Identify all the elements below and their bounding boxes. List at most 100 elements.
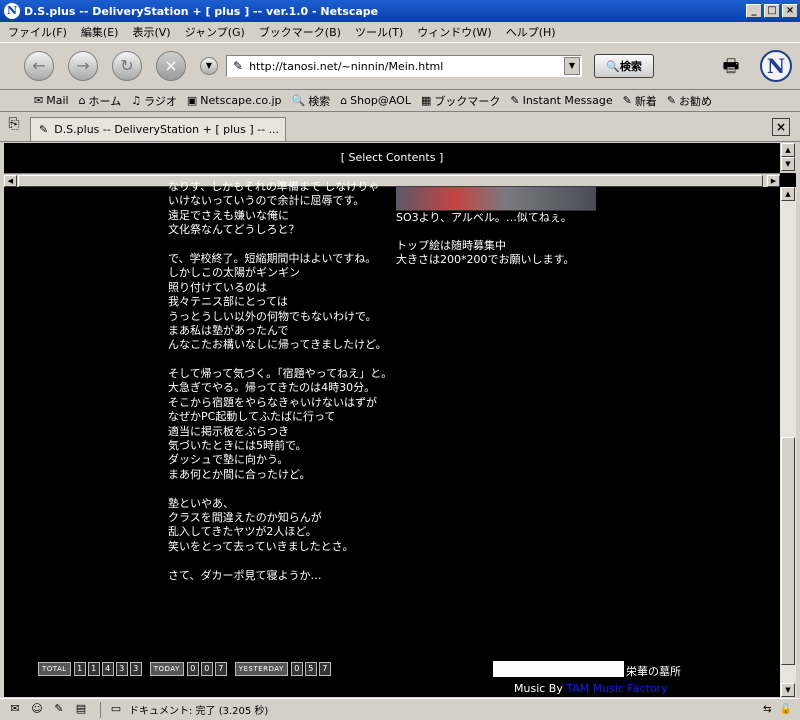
bookmark-folder[interactable]: ▦ ブックマーク <box>421 93 500 109</box>
minimize-button[interactable]: _ <box>746 4 762 18</box>
diary-line: なぜかPC起動してふたばに行って <box>168 410 336 424</box>
side-text: SO3より、アルベル。…似てねぇ。 トップ絵は随時募集中 大きさは200*200… <box>396 211 574 267</box>
bookmark-link-icon: ✎ <box>622 94 632 107</box>
close-window-button[interactable]: × <box>782 4 798 18</box>
scroll-right-icon[interactable]: ▶ <box>767 175 780 187</box>
forward-button[interactable]: → <box>68 51 98 81</box>
diary-line: 大急ぎでやる。帰ってきたのは4時30分。 <box>168 381 376 395</box>
diary-line: で、学校終了。短縮期間中はよいですね。 <box>168 251 377 265</box>
security-lock-icon[interactable]: 🔓 <box>780 704 792 715</box>
diary-line: なりす、しかもそれの準備まで しなけりゃ <box>168 180 380 193</box>
history-dropdown-icon[interactable]: ▼ <box>200 57 218 75</box>
side-line: トップ絵は随時募集中 <box>396 239 506 252</box>
bookmark-link-icon: ✎ <box>510 94 520 107</box>
diary-line: まあ私は塾があったんで <box>168 323 289 337</box>
page-content: [ Select Contents ] ▲ ▼ ◀ ▶ なりす、しかもそれの準備… <box>4 143 796 697</box>
shop-icon: ⌂ <box>340 94 348 107</box>
netscape-icon: ▣ <box>186 94 198 107</box>
diary-line: 適当に掲示板をぶらつき <box>168 424 289 438</box>
tab-active[interactable]: ✎ D.S.plus -- DeliveryStation + [ plus ]… <box>30 117 286 141</box>
menu-help[interactable]: ヘルプ(H) <box>506 24 556 40</box>
menu-go[interactable]: ジャンプ(G) <box>185 24 245 40</box>
address-book-icon[interactable]: ▤ <box>72 702 90 718</box>
status-bar: ✉ ☺ ✎ ▤ ▭ ドキュメント: 完了 (3.205 秒) ⇆ 🔓 <box>0 698 800 720</box>
scroll-left-icon[interactable]: ◀ <box>4 175 17 187</box>
tab-bar: ⎘ ✎ D.S.plus -- DeliveryStation + [ plus… <box>0 112 800 142</box>
bookmark-home[interactable]: ⌂ ホーム <box>79 93 122 109</box>
status-message: ドキュメント: 完了 (3.205 秒) <box>129 706 269 717</box>
url-text[interactable]: http://tanosi.net/~ninnin/Mein.html <box>249 60 564 73</box>
bookmark-netscape[interactable]: ▣ Netscape.co.jp <box>187 94 282 107</box>
search-button[interactable]: 🔍 検索 <box>594 54 654 78</box>
bookmark-search[interactable]: 🔍 検索 <box>291 93 330 109</box>
diary-line: そこから宿題をやらなきゃいけないはずが <box>168 395 377 409</box>
counter-label: TOTAL <box>38 662 71 676</box>
menu-window[interactable]: ウィンドウ(W) <box>417 24 491 40</box>
counter-label: YESTERDAY <box>234 662 288 676</box>
counter-digit: 1 <box>73 662 86 676</box>
online-status-icon[interactable]: ⇆ <box>763 704 771 715</box>
counter-digit: 0 <box>186 662 199 676</box>
print-icon[interactable]: 🖶 <box>718 54 744 78</box>
counter-digit: 7 <box>214 662 227 676</box>
bookmark-instant-message[interactable]: ✎ Instant Message <box>510 94 612 107</box>
bookmark-shop-aol[interactable]: ⌂ Shop@AOL <box>340 94 411 107</box>
bookmark-recommend[interactable]: ✎ お勧め <box>667 93 712 109</box>
new-tab-icon[interactable]: ⎘ <box>4 116 24 136</box>
menu-bookmarks[interactable]: ブックマーク(B) <box>259 24 341 40</box>
vertical-scrollbar[interactable]: ▲ ▼ <box>780 187 796 697</box>
back-button[interactable]: ← <box>24 51 54 81</box>
menu-tools[interactable]: ツール(T) <box>355 24 403 40</box>
counter-label: TODAY <box>149 662 184 676</box>
menu-file[interactable]: ファイル(F) <box>8 24 67 40</box>
vertical-scroll-thumb[interactable] <box>781 437 795 665</box>
diary-line <box>168 353 394 367</box>
scroll-down-icon[interactable]: ▼ <box>781 157 795 171</box>
menu-edit[interactable]: 編集(E) <box>81 24 119 40</box>
url-dropdown-icon[interactable]: ▼ <box>564 57 580 75</box>
diary-line <box>168 482 394 496</box>
select-contents-link[interactable]: [ Select Contents ] <box>4 143 780 173</box>
counter-digit: 0 <box>200 662 213 676</box>
diary-text: なりす、しかもそれの準備まで しなけりゃ いけないっていうので余計に屈辱です。 … <box>168 180 394 583</box>
composer-icon[interactable]: ✎ <box>50 702 68 718</box>
counter-digit: 4 <box>101 662 114 676</box>
side-line <box>396 225 574 239</box>
diary-line: クラスを間違えたのか知らんが <box>168 510 322 524</box>
diary-line: 笑いをとって去っていきましたとさ。 <box>168 539 354 553</box>
diary-line: まあ何とか間に合ったけど。 <box>168 467 311 481</box>
bookmark-new[interactable]: ✎ 新着 <box>623 93 657 109</box>
scroll-up-icon[interactable]: ▲ <box>781 187 795 201</box>
counter-yesterday: YESTERDAY 0 5 7 <box>234 662 333 676</box>
aim-icon[interactable]: ☺ <box>28 702 46 718</box>
reload-button[interactable]: ↻ <box>112 51 142 81</box>
menu-view[interactable]: 表示(V) <box>132 24 170 40</box>
netscape-throbber-logo[interactable]: N <box>760 50 792 82</box>
counter-total: TOTAL 1 1 4 3 3 <box>38 662 144 676</box>
mail-icon[interactable]: ✉ <box>6 702 24 718</box>
scroll-down-icon[interactable]: ▼ <box>781 683 795 697</box>
scroll-up-icon[interactable]: ▲ <box>781 143 795 157</box>
counter-digit: 5 <box>304 662 317 676</box>
bookmark-radio[interactable]: ♫ ラジオ <box>131 93 177 109</box>
window-title: D.S.plus -- DeliveryStation + [ plus ] -… <box>24 4 379 18</box>
diary-line: しかしこの太陽がギンギン <box>168 266 300 280</box>
diary-line: 塾といやあ、 <box>168 496 234 510</box>
url-bar[interactable]: ✎ http://tanosi.net/~ninnin/Mein.html ▼ <box>226 55 582 77</box>
close-tab-button[interactable]: × <box>772 118 790 136</box>
bookmark-mail[interactable]: ✉ Mail <box>34 94 69 107</box>
netscape-app-icon: N <box>4 3 20 19</box>
diary-line: いけないっていうので余計に屈辱です。 <box>168 194 365 208</box>
radio-icon: ♫ <box>131 94 142 107</box>
navigation-toolbar: ← → ↻ × ▼ ✎ http://tanosi.net/~ninnin/Me… <box>0 42 800 90</box>
stop-button[interactable]: × <box>156 51 186 81</box>
music-link[interactable]: TAM Music Factory <box>566 682 667 695</box>
bookmark-link-icon: ✎ <box>666 94 677 107</box>
maximize-button[interactable]: □ <box>764 4 780 18</box>
top-illustration-image <box>396 187 596 211</box>
frame-scrollbar[interactable]: ▲ ▼ <box>780 143 796 173</box>
counter-digit: 7 <box>318 662 331 676</box>
diary-line: うっとうしい以外の何物でもないわけで。 <box>168 309 377 323</box>
diary-line <box>168 238 394 252</box>
diary-line: 照り付けているのは <box>168 280 267 294</box>
